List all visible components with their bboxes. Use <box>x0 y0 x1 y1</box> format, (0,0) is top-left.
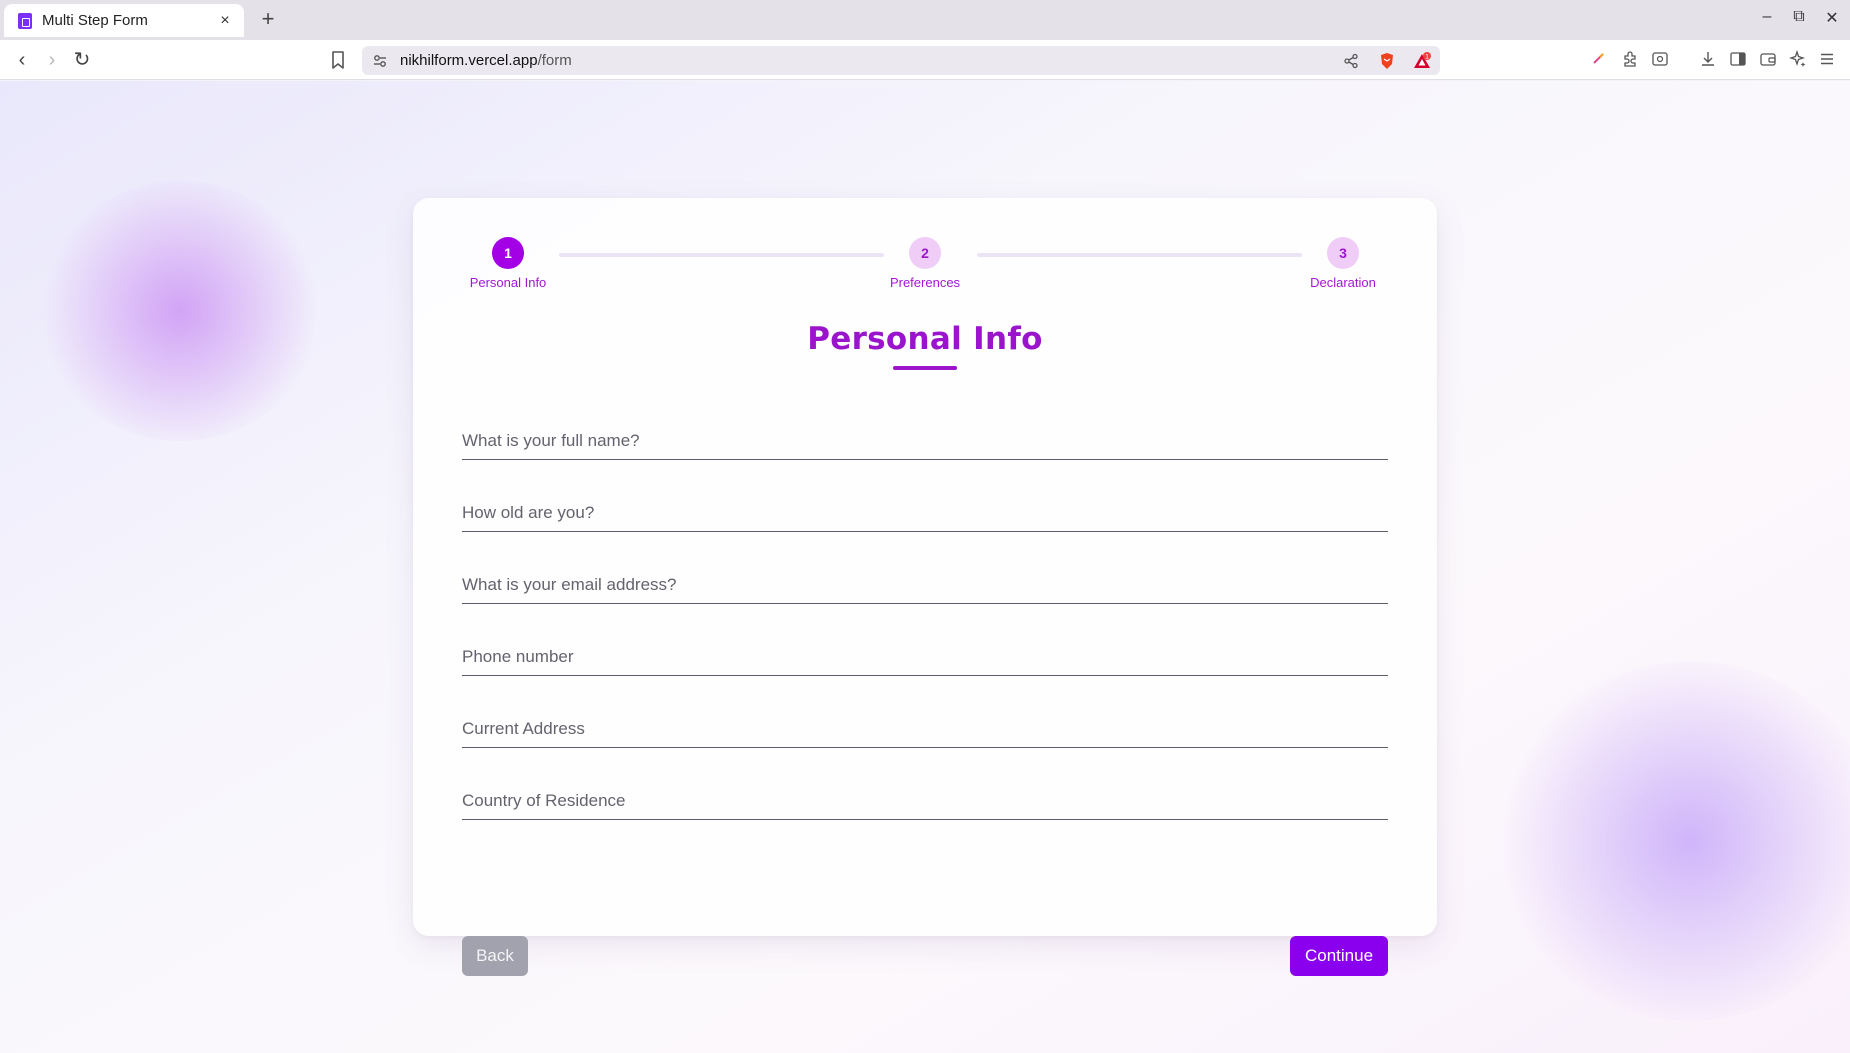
step-connector <box>977 253 1302 257</box>
color-picker-extension-icon[interactable] <box>1588 50 1610 72</box>
bookmark-icon[interactable] <box>326 48 350 72</box>
svg-text:1: 1 <box>1425 53 1429 60</box>
background-blob-right <box>1500 661 1850 1021</box>
step-label: Declaration <box>1310 275 1376 290</box>
step-preferences[interactable]: 2 Preferences <box>870 237 980 290</box>
step-number-circle: 2 <box>909 237 941 269</box>
background-blob-left <box>40 181 320 441</box>
form-favicon-icon <box>18 12 32 29</box>
brave-shields-icon[interactable] <box>1378 46 1396 75</box>
address-field[interactable] <box>462 714 1388 748</box>
download-icon[interactable] <box>1697 50 1719 72</box>
url-text: nikhilform.vercel.app/form <box>400 52 572 69</box>
step-label: Personal Info <box>469 275 547 290</box>
menu-icon[interactable] <box>1816 50 1838 72</box>
back-button[interactable]: Back <box>462 936 528 976</box>
brave-rewards-icon[interactable]: 1 <box>1412 46 1432 75</box>
wallet-icon[interactable] <box>1757 50 1779 72</box>
step-declaration[interactable]: 3 Declaration <box>1288 237 1398 290</box>
browser-tab-bar: Multi Step Form × + – ⧉ ✕ <box>0 0 1850 40</box>
extensions-puzzle-icon[interactable] <box>1619 50 1641 72</box>
step-number-circle: 3 <box>1327 237 1359 269</box>
age-field[interactable] <box>462 498 1388 532</box>
country-field[interactable] <box>462 786 1388 820</box>
maximize-button[interactable]: ⧉ <box>1789 8 1809 26</box>
form-card: 1 Personal Info 2 Preferences 3 Declarat… <box>413 198 1437 976</box>
address-input[interactable] <box>462 714 1388 744</box>
full-name-field[interactable] <box>462 426 1388 460</box>
step-label: Preferences <box>889 275 961 290</box>
site-settings-icon[interactable] <box>372 53 388 69</box>
close-window-button[interactable]: ✕ <box>1822 8 1842 28</box>
reload-icon[interactable]: ↻ <box>68 46 96 74</box>
step-number-circle: 1 <box>492 237 524 269</box>
email-field[interactable] <box>462 570 1388 604</box>
full-name-input[interactable] <box>462 426 1388 456</box>
new-tab-button[interactable]: + <box>256 6 280 32</box>
reader-mode-icon[interactable] <box>1649 50 1671 72</box>
email-input[interactable] <box>462 570 1388 600</box>
continue-button[interactable]: Continue <box>1290 936 1388 976</box>
phone-field[interactable] <box>462 642 1388 676</box>
sidebar-icon[interactable] <box>1727 50 1749 72</box>
minimize-button[interactable]: – <box>1757 8 1777 26</box>
step-personal-info[interactable]: 1 Personal Info <box>453 237 563 290</box>
share-icon[interactable] <box>1343 46 1359 75</box>
country-input[interactable] <box>462 786 1388 816</box>
tab-close-icon[interactable]: × <box>216 12 234 30</box>
address-bar[interactable]: nikhilform.vercel.app/form 1 <box>362 46 1440 75</box>
step-connector <box>559 253 884 257</box>
browser-toolbar: ‹ › ↻ nikhilform.vercel.app/form 1 <box>0 40 1850 80</box>
browser-tab[interactable]: Multi Step Form × <box>4 4 244 37</box>
title-underline <box>893 366 957 370</box>
age-input[interactable] <box>462 498 1388 528</box>
back-nav-icon[interactable]: ‹ <box>8 46 36 74</box>
page-title: Personal Info <box>807 321 1043 357</box>
leo-ai-icon[interactable] <box>1787 49 1809 72</box>
page-viewport: 1 Personal Info 2 Preferences 3 Declarat… <box>0 81 1850 1053</box>
tab-title: Multi Step Form <box>42 12 148 29</box>
forward-nav-icon[interactable]: › <box>38 46 66 74</box>
phone-input[interactable] <box>462 642 1388 672</box>
